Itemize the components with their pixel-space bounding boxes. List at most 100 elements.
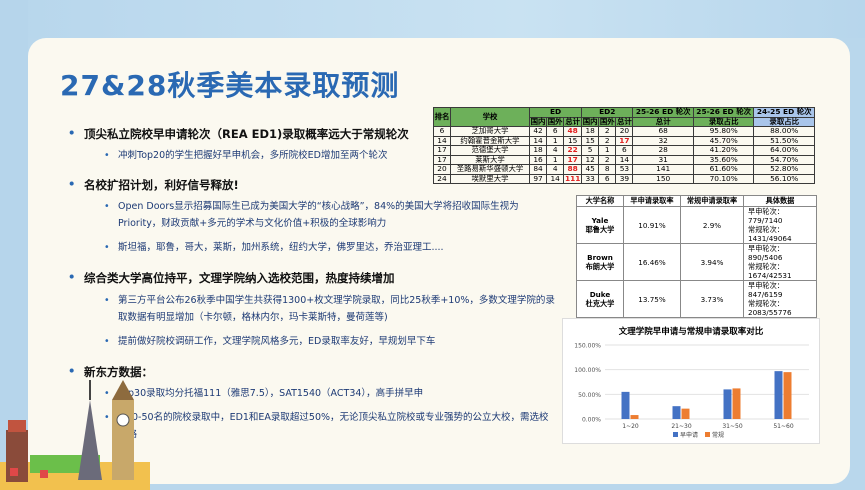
table-cell: 70.10%	[692, 173, 755, 184]
header-c1: 25-26 ED 轮次	[632, 107, 694, 118]
top-band	[0, 0, 865, 38]
table-cell: 88.00%	[753, 126, 815, 137]
table-cell: 14	[546, 173, 565, 184]
section-2-item-1: Open Doors显示招募国际生已成为美国大学的“核心战略”，84%的美国大学…	[104, 198, 558, 232]
y-tick-label: 0.00%	[582, 417, 601, 424]
header-rank: 排名	[433, 107, 451, 127]
table-cell: 18	[581, 126, 600, 137]
section-4-item-1: Top30录取均分托福111（雅思7.5），SAT1540（ACT34），高手拼…	[104, 385, 558, 402]
table-cell: 84	[528, 164, 548, 175]
school-name-cell: Duke 杜克大学	[576, 280, 624, 318]
section-3-item-1: 第三方平台公布26秋季中国学生共获得1300+枚文理学院录取，同比25秋季+10…	[104, 292, 558, 326]
header-ed: ED	[528, 107, 583, 118]
bar-early	[621, 391, 630, 419]
table-cell: 圣路易斯华盛顿大学	[450, 164, 530, 175]
table-cell: 95.80%	[692, 126, 755, 137]
section-2-heading: 名校扩招计划，利好信号释放!	[68, 177, 239, 193]
table-cell: 141	[632, 164, 694, 175]
table-cell: 41.20%	[692, 145, 755, 156]
table-row: 24 埃默里大学 97 14 111 33 6 39 150 70.10% 56.10%	[433, 173, 815, 184]
table-cell: 芝加哥大学	[450, 126, 530, 137]
landmark-illustration	[0, 380, 150, 490]
table-cell: 22	[563, 145, 583, 156]
table-cell: 97	[528, 173, 548, 184]
legend-swatch	[705, 432, 710, 437]
header-ed2: ED2	[581, 107, 634, 118]
school-en: Yale	[591, 216, 609, 225]
school-cn: 耶鲁大学	[585, 225, 615, 234]
x-tick-label: 21~30	[671, 423, 691, 430]
bar-regular	[681, 408, 690, 419]
detail-regular: 常规轮次：2083/55776	[748, 299, 792, 317]
table-cell: 6	[546, 126, 565, 137]
table-cell: 39	[615, 173, 634, 184]
early-rate-cell: 16.46%	[623, 243, 681, 281]
table-cell: 4	[546, 145, 565, 156]
page-title: 27&28秋季美本录取预测	[60, 69, 400, 102]
detail-early: 早申轮次：847/6159	[748, 281, 784, 299]
table-cell: 20	[433, 164, 451, 175]
table-cell: 范德堡大学	[450, 145, 530, 156]
section-3-heading: 综合类大学高位持平，文理学院纳入选校范围，热度持续增加	[68, 270, 394, 286]
regular-rate-cell: 2.9%	[680, 206, 744, 244]
table-cell: 45	[581, 164, 600, 175]
section-1-item-1: 冲刺Top20的学生把握好早申机会，多所院校ED增加至两个轮次	[104, 147, 418, 164]
table-row: 20 圣路易斯华盛顿大学 84 4 88 45 8 53 141 61.60% 52.80%	[433, 164, 815, 175]
table-cell: 56.10%	[753, 173, 815, 184]
table-cell: 111	[563, 173, 583, 184]
bar-early	[723, 389, 732, 419]
table-cell: 6	[615, 145, 634, 156]
table-cell: 20	[615, 126, 634, 137]
table-cell: 33	[581, 173, 600, 184]
bar-regular	[630, 415, 639, 419]
table-cell: 18	[528, 145, 548, 156]
chart-svg: 0.00% 50.00% 100.00% 150.00% 1~20 21~30 31~50 5…	[574, 343, 809, 439]
early-rate-cell: 13.75%	[623, 280, 681, 318]
table-cell: 埃默里大学	[450, 173, 530, 184]
table-cell: 8	[598, 164, 617, 175]
table-row: Duke 杜克大学 13.75% 3.73% 早申轮次：847/6159 常规轮次：208…	[576, 280, 817, 318]
detail-regular: 常规轮次：1431/49064	[748, 225, 792, 243]
bar-regular	[732, 388, 741, 419]
legend-label: 早申请	[680, 431, 698, 439]
header-details: 具体数据	[743, 195, 817, 207]
header-c2: 25-26 ED 轮次	[692, 107, 755, 118]
school-en: Brown	[587, 253, 613, 262]
details-cell: 早申轮次：890/5406 常规轮次：1674/42531	[743, 243, 817, 281]
section-1-heading: 顶尖私立院校早申请轮次（REA ED1)录取概率远大于常规轮次	[68, 126, 409, 142]
bar-early	[774, 371, 783, 419]
header-c3: 24-25 ED 轮次	[753, 107, 815, 118]
table-cell: 42	[528, 126, 548, 137]
header-school-name: 大学名称	[576, 195, 624, 207]
school-name-cell: Brown 布朗大学	[576, 243, 624, 281]
y-tick-label: 150.00%	[574, 343, 601, 350]
table-cell: 17	[433, 145, 451, 156]
school-name-cell: Yale 耶鲁大学	[576, 206, 624, 244]
detail-regular: 常规轮次：1674/42531	[748, 262, 792, 280]
table-row: Brown 布朗大学 16.46% 3.94% 早申轮次：890/5406 常规轮次：16…	[576, 243, 817, 281]
table-row: Yale 耶鲁大学 10.91% 2.9% 早申轮次：779/7140 常规轮次：1431…	[576, 206, 817, 244]
bar-regular	[783, 372, 792, 419]
y-tick-label: 50.00%	[578, 392, 601, 399]
table-row: 6 芝加哥大学 42 6 48 18 2 20 68 95.80% 88.00%	[433, 126, 815, 137]
school-en: Duke	[589, 290, 611, 299]
detail-early: 早申轮次：890/5406	[748, 244, 784, 262]
detail-early: 早申轮次：779/7140	[748, 207, 784, 225]
x-tick-label: 51~60	[773, 423, 793, 430]
table-cell: 28	[632, 145, 694, 156]
legend-swatch	[673, 432, 678, 437]
table-cell: 5	[581, 145, 600, 156]
table-cell: 48	[563, 126, 583, 137]
table-cell: 68	[632, 126, 694, 137]
x-tick-label: 1~20	[622, 423, 639, 430]
table-cell: 150	[632, 173, 694, 184]
header-early-rate: 早申请录取率	[623, 195, 681, 207]
table-cell: 24	[433, 173, 451, 184]
table-cell: 6	[433, 126, 451, 137]
section-2-item-2: 斯坦福，耶鲁，哥大，莱斯，加州系统，纽约大学，佛罗里达，乔治亚理工....	[104, 239, 558, 256]
table-cell: 61.60%	[692, 164, 755, 175]
table-cell: 64.00%	[753, 145, 815, 156]
table-row: 17 范德堡大学 18 4 22 5 1 6 28 41.20% 64.00%	[433, 145, 815, 156]
school-cn: 杜克大学	[585, 299, 615, 308]
header-school: 学校	[450, 107, 530, 127]
